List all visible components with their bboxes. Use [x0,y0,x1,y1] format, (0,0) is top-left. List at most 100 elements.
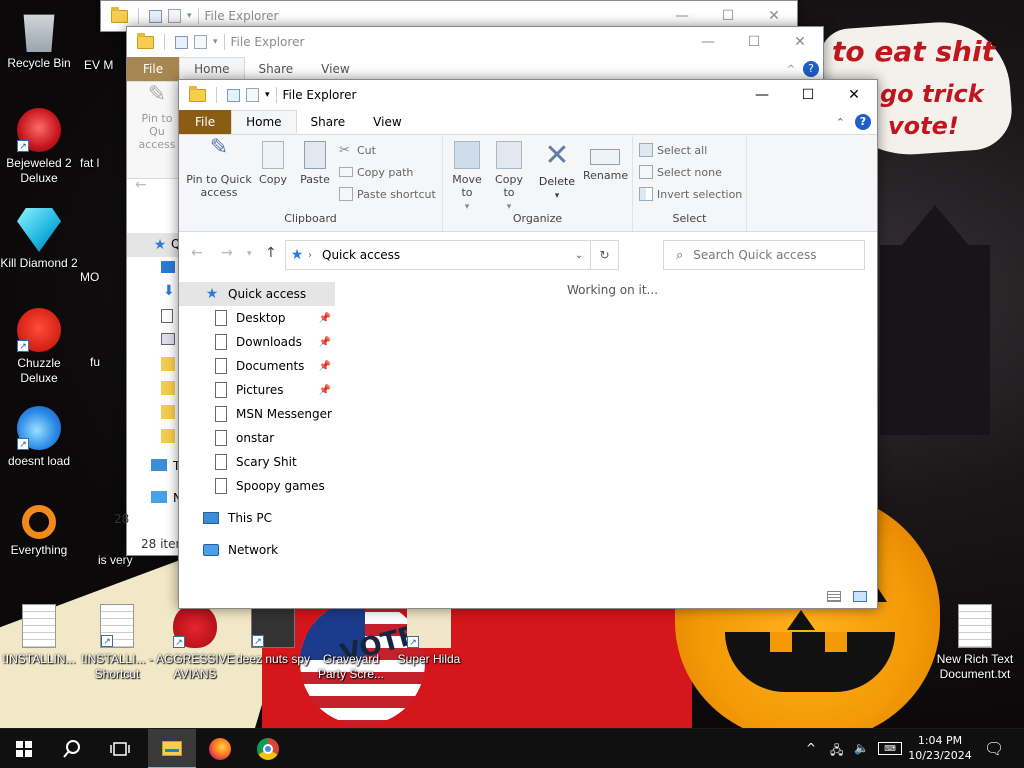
tab-file[interactable]: File [179,110,232,134]
new-folder-icon[interactable] [168,9,181,23]
close-button[interactable]: ✕ [751,8,797,24]
desktop-icon-aggressive-avians[interactable]: ↗ AGGRESSIVE AVIANS [156,604,235,682]
details-view-icon[interactable] [827,591,841,602]
close-button[interactable]: ✕ [777,34,823,50]
ribbon-collapse-icon[interactable]: ⌃ [836,116,845,129]
help-icon[interactable]: ? [855,114,871,130]
paste-button[interactable]: Paste [297,141,333,186]
copy-to-button[interactable]: Copy to ▾ [491,141,527,214]
desktop-icon-partial[interactable]: fat l [80,156,110,171]
move-to-button[interactable]: Move to ▾ [449,141,485,214]
desktop-icon-super-hilda[interactable]: ↗ Super Hilda [390,604,468,667]
delete-button[interactable]: ✕ Delete ▾ [537,141,577,203]
explorer-window[interactable]: ▾ File Explorer — ☐ ✕ File Home Share Vi… [178,79,878,609]
tab-share[interactable]: Share [245,57,308,81]
nav-item-msn-messenger[interactable]: MSN Messenger [215,402,335,426]
select-all-button[interactable]: Select all [639,140,707,160]
tab-file[interactable]: File [127,57,180,81]
new-folder-icon[interactable] [246,88,259,102]
volume-icon[interactable]: 🔈 [854,741,869,755]
new-folder-icon[interactable] [194,35,207,49]
desktop-icon-kill-diamond[interactable]: Kill Diamond 2 [0,208,78,271]
large-icons-view-icon[interactable] [853,591,867,602]
network-tray-icon[interactable]: 🖧 [830,741,843,762]
nav-item-documents[interactable]: Documents 📌 [215,354,335,378]
nav-item-onstar[interactable]: onstar [215,426,335,450]
paste-shortcut-button[interactable]: Paste shortcut [339,184,436,204]
nav-item-scary-shit[interactable]: Scary Shit [215,450,335,474]
pin-to-quick-access-button[interactable]: ✎ Pin to Qu access [133,84,181,152]
desktop-icon-doesnt-load[interactable]: ↗ doesnt load [0,406,78,469]
start-button[interactable] [0,729,48,768]
desktop-icon-partial[interactable]: EV M [84,58,114,73]
nav-quick-access[interactable]: ★ Quick access [179,282,335,306]
invert-selection-button[interactable]: Invert selection [639,184,742,204]
title-bar[interactable]: ▾ File Explorer — ☐ ✕ [127,27,823,57]
properties-icon[interactable] [149,9,162,23]
copy-button[interactable]: Copy [255,141,291,186]
maximize-button[interactable]: ☐ [731,34,777,50]
select-none-button[interactable]: Select none [639,162,722,182]
nav-this-pc[interactable]: This PC [203,506,333,530]
nav-item-pictures[interactable]: Pictures 📌 [215,378,335,402]
nav-item-spoopy-games[interactable]: Spoopy games [215,474,335,498]
desktop-icon-new-rich-text[interactable]: New Rich Text Document.txt [936,604,1014,682]
notifications-icon[interactable]: 🗨 [984,739,1004,758]
properties-icon[interactable] [175,35,188,49]
recent-locations-icon[interactable]: ▾ [247,249,252,259]
up-arrow-icon[interactable]: ↑ [265,245,277,261]
nav-network[interactable]: Network [203,538,333,562]
address-dropdown-icon[interactable]: ⌄ [568,250,590,261]
breadcrumb-chevron-icon[interactable]: › [308,250,312,261]
search-button[interactable] [48,729,96,768]
desktop-icon-partial[interactable]: MO [80,270,110,285]
cut-button[interactable]: ✂ Cut [339,140,376,160]
minimize-button[interactable]: — [739,87,785,103]
customize-qat-icon[interactable]: ▾ [213,37,218,47]
address-bar[interactable]: ★ › Quick access ⌄ ↻ [285,240,619,270]
customize-qat-icon[interactable]: ▾ [187,11,192,21]
nav-item-desktop[interactable]: Desktop 📌 [215,306,335,330]
task-view-button[interactable] [96,729,144,768]
search-input[interactable]: Search Quick access [693,248,816,262]
taskbar-file-explorer[interactable] [148,729,196,768]
desktop-icon-bejeweled[interactable]: ↗ Bejeweled 2 Deluxe [0,108,78,186]
properties-icon[interactable] [227,88,240,102]
close-button[interactable]: ✕ [831,87,877,103]
show-hidden-icons-icon[interactable]: ^ [806,741,816,755]
desktop-icon-chuzzle[interactable]: ↗ Chuzzle Deluxe [0,308,78,386]
back-arrow-icon[interactable]: ← [135,177,147,193]
minimize-button[interactable]: — [685,34,731,50]
taskbar-chrome[interactable] [244,729,292,768]
search-box[interactable]: ⌕ Search Quick access [663,240,865,270]
copy-path-button[interactable]: Copy path [339,162,413,182]
pin-to-quick-access-button[interactable]: ✎ Pin to Quick access [185,137,253,200]
desktop-icon-recycle-bin[interactable]: Recycle Bin [0,8,78,71]
tab-view[interactable]: View [307,57,363,81]
ribbon-collapse-icon[interactable]: ^ [787,64,795,75]
desktop-icon-installing[interactable]: !INSTALLIN... [0,604,78,667]
nav-item-downloads[interactable]: Downloads 📌 [215,330,335,354]
forward-arrow-icon[interactable]: → [221,245,233,261]
desktop-icon-installing-shortcut[interactable]: ↗ !INSTALLI... - Shortcut [78,604,156,682]
back-arrow-icon[interactable]: ← [191,245,203,261]
tab-view[interactable]: View [359,110,415,134]
desktop-icon-everything[interactable]: Everything [0,505,78,558]
title-bar[interactable]: ▾ File Explorer — ☐ ✕ [179,80,877,110]
clock[interactable]: 1:04 PM 10/23/2024 [908,733,972,763]
nav-quick-access-row[interactable]: ★ Q [127,233,180,257]
minimize-button[interactable]: — [659,8,705,24]
maximize-button[interactable]: ☐ [785,87,831,103]
refresh-icon[interactable]: ↻ [590,241,618,269]
tab-share[interactable]: Share [297,110,360,134]
customize-qat-icon[interactable]: ▾ [265,90,270,100]
desktop-icon-deez-nuts-spy[interactable]: ↗ deez nuts spy [234,604,312,667]
maximize-button[interactable]: ☐ [705,8,751,24]
tab-home[interactable]: Home [179,57,245,81]
desktop-icon-graveyard-party[interactable]: Graveyard Party Scre... [312,604,390,682]
desktop-icon-partial[interactable]: fu [90,355,120,370]
taskbar-firefox[interactable] [196,729,244,768]
tab-home[interactable]: Home [231,110,297,134]
rename-button[interactable]: Rename [583,141,628,182]
help-icon[interactable]: ? [803,61,819,77]
